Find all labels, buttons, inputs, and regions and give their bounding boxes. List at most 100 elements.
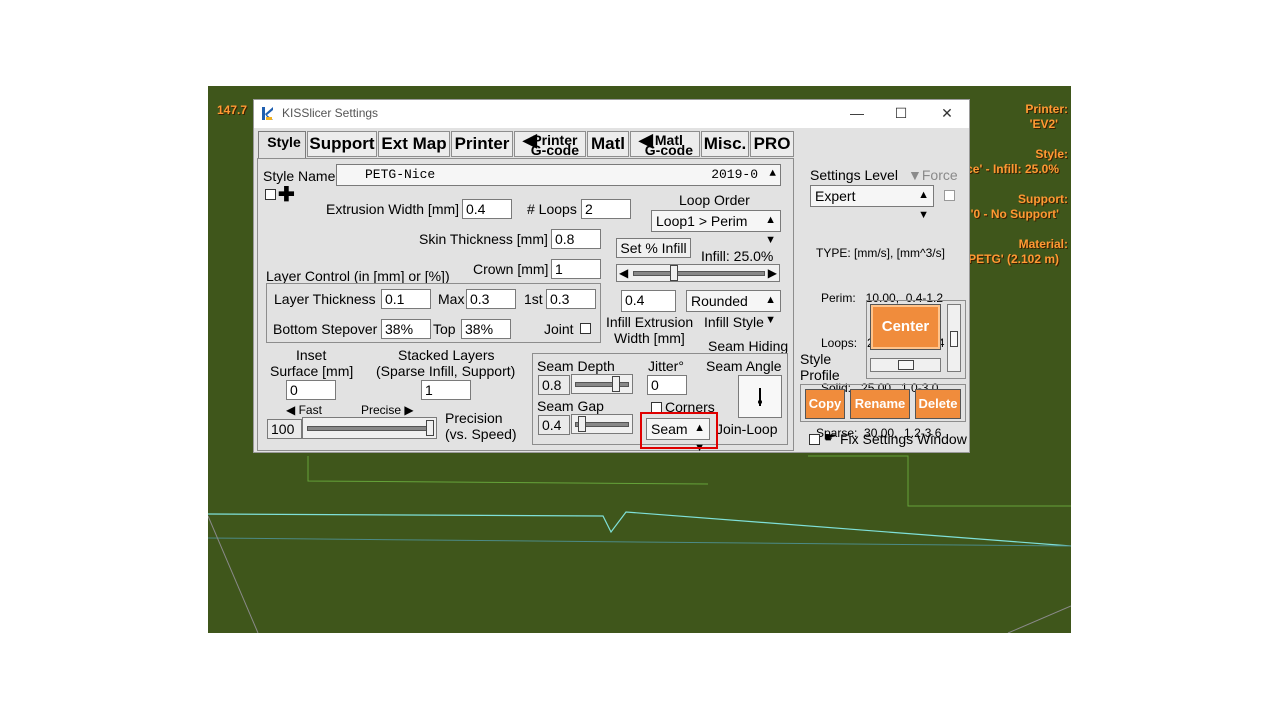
highlight-box	[640, 412, 718, 449]
support-overlay-label: Support:	[1018, 192, 1068, 206]
force-level: ▼Force	[908, 167, 958, 183]
extrusion-width-input[interactable]: 0.4	[462, 199, 512, 219]
tab-style[interactable]: Style	[258, 131, 306, 159]
delete-button[interactable]: Delete	[915, 389, 961, 419]
precision-slider[interactable]	[302, 417, 437, 439]
force-triangle-icon: ▼	[908, 167, 922, 183]
set-infill-button[interactable]: Set % Infill	[616, 238, 691, 258]
horizontal-scroll-thumb[interactable]	[898, 360, 914, 370]
copy-button[interactable]: Copy	[805, 389, 845, 419]
inset-input[interactable]: 0	[286, 380, 336, 400]
tab-misc[interactable]: Misc.	[701, 131, 749, 157]
infill-percent-label: Infill: 25.0%	[701, 248, 774, 264]
jitter-input[interactable]: 0	[647, 375, 687, 395]
style-profile-label-1: Style	[800, 351, 832, 367]
style-panel: Style Name PETG-Nice 2019-0 ▲ ✚ Extrusio…	[257, 158, 794, 454]
center-button[interactable]: Center	[870, 304, 941, 350]
fix-settings-checkbox[interactable]	[809, 434, 820, 445]
window-title: KISSlicer Settings	[282, 106, 379, 120]
inset-label-1: Inset	[296, 347, 327, 363]
infill-style-select[interactable]: Rounded ▲ ▼	[686, 290, 781, 326]
crown-input[interactable]: 1	[551, 259, 601, 279]
tab-ext-map[interactable]: Ext Map	[378, 131, 450, 157]
seam-depth-label: Seam Depth	[537, 358, 615, 374]
settings-window: KISSlicer Settings — ☐ ✕ Style Support E…	[253, 99, 970, 454]
join-loop-label: Join-Loop	[716, 421, 778, 437]
left-arrow-icon: ◀	[619, 266, 629, 280]
material-overlay-value: PETG' (2.102 m)	[968, 252, 1059, 266]
force-checkbox[interactable]	[944, 190, 955, 201]
seam-gap-label: Seam Gap	[537, 398, 604, 414]
seam-depth-track	[575, 382, 629, 387]
infill-slider[interactable]: ◀ ▶	[616, 264, 780, 282]
first-layer-label: 1st	[524, 291, 543, 307]
seam-gap-thumb[interactable]	[578, 416, 586, 432]
force-label: Force	[921, 167, 958, 183]
extrusion-width-label: Extrusion Width [mm]	[326, 201, 460, 217]
horizontal-scroll[interactable]	[870, 358, 941, 372]
joint-checkbox[interactable]	[580, 323, 591, 334]
style-profile-label-2: Profile	[800, 367, 840, 383]
material-overlay-label: Material:	[1018, 237, 1068, 251]
skin-thickness-input[interactable]: 0.8	[551, 229, 601, 249]
title-bar[interactable]: KISSlicer Settings — ☐ ✕	[254, 100, 969, 128]
tab-matl-gcode[interactable]: ◀ Matl G-code	[630, 131, 700, 157]
seam-depth-slider[interactable]	[571, 374, 633, 394]
right-arrow-icon: ▶	[767, 266, 777, 280]
bottom-stepover-input[interactable]: 38%	[381, 319, 431, 339]
tab-matl[interactable]: Matl	[587, 131, 629, 157]
style-checkbox[interactable]	[265, 189, 276, 200]
tab-pro[interactable]: PRO	[750, 131, 794, 157]
style-overlay-value: ce' - Infill: 25.0%	[966, 162, 1059, 176]
printer-overlay-label: Printer:	[1025, 102, 1068, 116]
seam-gap-slider[interactable]	[571, 414, 633, 434]
stacked-label-2: (Sparse Infill, Support)	[376, 363, 516, 379]
tab-printer[interactable]: Printer	[451, 131, 513, 157]
seam-depth-thumb[interactable]	[612, 376, 620, 392]
minimize-button[interactable]: —	[837, 102, 877, 126]
kisslicer-logo-icon	[261, 106, 275, 121]
infill-style-label: Infill Style	[704, 314, 764, 330]
max-layer-input[interactable]: 0.3	[466, 289, 516, 309]
max-label: Max	[438, 291, 465, 307]
infill-width-input[interactable]: 0.4	[621, 290, 676, 312]
first-layer-input[interactable]: 0.3	[546, 289, 596, 309]
updown-icon: ▲ ▼	[765, 214, 776, 246]
support-overlay-value: '0 - No Support'	[970, 207, 1059, 221]
infill-slider-thumb[interactable]	[670, 265, 678, 281]
tab-printer-gcode[interactable]: ◀ Printer G-code	[514, 131, 586, 157]
skin-thickness-label: Skin Thickness [mm]	[419, 231, 548, 247]
add-style-icon[interactable]: ✚	[278, 182, 295, 207]
tab-support[interactable]: Support	[307, 131, 377, 157]
close-button[interactable]: ✕	[927, 102, 967, 126]
loop-order-value: Loop1 > Perim	[656, 213, 748, 229]
layer-thickness-input[interactable]: 0.1	[381, 289, 431, 309]
vertical-scroll-thumb[interactable]	[950, 331, 958, 347]
style-name-value: PETG-Nice	[365, 167, 436, 182]
fast-label: Fast	[298, 403, 322, 417]
tab-printer-gcode-line2: G-code	[530, 142, 579, 158]
fast-indicator: ◀ Fast	[286, 403, 322, 417]
stacked-input[interactable]: 1	[421, 380, 471, 400]
joint-label: Joint	[544, 321, 574, 337]
loop-order-label: Loop Order	[679, 192, 750, 208]
right-triangle-icon: ▶	[401, 403, 414, 417]
style-name-select[interactable]: PETG-Nice 2019-0 ▲	[336, 164, 781, 186]
loop-order-select[interactable]: Loop1 > Perim ▲ ▼	[651, 210, 781, 246]
viewport-readout: 147.7	[217, 103, 248, 117]
rename-button[interactable]: Rename	[850, 389, 910, 419]
updown-icon: ▲	[769, 168, 776, 180]
precision-slider-thumb[interactable]	[426, 420, 434, 436]
infill-width-label-1: Infill Extrusion	[606, 314, 694, 330]
layer-control-label: Layer Control (in [mm] or [%])	[266, 268, 450, 284]
vertical-scroll[interactable]	[947, 304, 961, 372]
settings-level-label: Settings Level	[810, 167, 898, 183]
settings-level-select[interactable]: Expert ▲ ▼	[810, 185, 934, 221]
tab-matl-gcode-line2: G-code	[644, 142, 693, 158]
maximize-button[interactable]: ☐	[881, 102, 921, 126]
loops-input[interactable]: 2	[581, 199, 631, 219]
seam-angle-dial[interactable]	[738, 375, 782, 418]
settings-level-value: Expert	[815, 188, 856, 204]
seam-hiding-label: Seam Hiding	[708, 338, 789, 354]
top-stepover-input[interactable]: 38%	[461, 319, 511, 339]
